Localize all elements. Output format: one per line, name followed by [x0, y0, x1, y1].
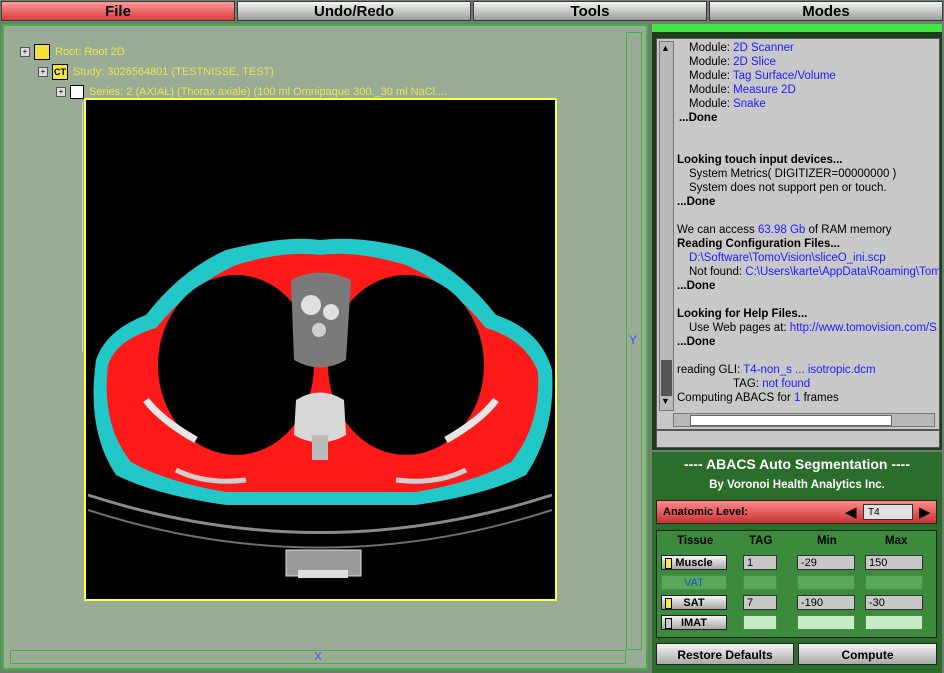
- data-tree: + Root: Root 2D + CT Study: 3026564801 (…: [20, 42, 447, 102]
- imat-min-field[interactable]: [797, 615, 855, 630]
- swatch-icon: [665, 558, 672, 569]
- x-label: X: [314, 651, 322, 663]
- tissue-vat-button[interactable]: VAT: [661, 575, 727, 590]
- expand-icon[interactable]: +: [20, 47, 30, 57]
- imat-max-field[interactable]: [865, 615, 923, 630]
- expand-icon[interactable]: +: [38, 67, 48, 77]
- series-icon: [70, 85, 84, 99]
- scroll-thumb[interactable]: [690, 415, 892, 426]
- expand-icon[interactable]: +: [56, 87, 66, 97]
- y-label: Y: [629, 333, 638, 347]
- menu-bar: File Undo/Redo Tools Modes: [0, 0, 944, 22]
- sat-min-field[interactable]: -190: [797, 595, 855, 610]
- sat-tag-field[interactable]: 7: [743, 595, 777, 610]
- vat-min-field[interactable]: [797, 575, 855, 590]
- tree-study[interactable]: + CT Study: 3026564801 (TESTNISSE, TEST): [20, 62, 447, 82]
- ct-study-icon: CT: [52, 64, 68, 80]
- x-axis-scroll[interactable]: X: [10, 650, 626, 664]
- tree-root-label: Root: Root 2D: [55, 46, 125, 58]
- menu-tools[interactable]: Tools: [473, 1, 707, 21]
- scroll-thumb[interactable]: [661, 360, 672, 396]
- header-tag: TAG: [749, 535, 773, 547]
- swatch-icon: [665, 618, 672, 629]
- tree-connector: [82, 102, 83, 352]
- arrow-up-icon[interactable]: ▲: [661, 43, 670, 53]
- y-axis-scroll[interactable]: Y: [626, 32, 642, 650]
- vat-tag-field[interactable]: [743, 575, 777, 590]
- arrow-right-icon[interactable]: ▶: [919, 503, 931, 521]
- anatomic-level-label: Anatomic Level:: [663, 506, 748, 518]
- console-panel: ▲ ▼ Module: 2D Scanner Module: 2D Slice …: [652, 24, 942, 450]
- arrow-down-icon[interactable]: ▼: [661, 396, 670, 406]
- tree-root[interactable]: + Root: Root 2D: [20, 42, 447, 62]
- tree-study-label: Study: 3026564801 (TESTNISSE, TEST): [73, 66, 274, 78]
- sat-max-field[interactable]: -30: [865, 595, 923, 610]
- console-text: Module: 2D Scanner Module: 2D Slice Modu…: [677, 42, 940, 404]
- menu-undo-redo[interactable]: Undo/Redo: [237, 1, 471, 21]
- tissue-muscle-button[interactable]: Muscle: [661, 555, 727, 570]
- abacs-subtitle: By Voronoi Health Analytics Inc.: [709, 479, 885, 491]
- arrow-left-icon[interactable]: ◀: [845, 503, 857, 521]
- console-vscroll[interactable]: ▲ ▼: [659, 41, 674, 411]
- image-viewer[interactable]: + Root: Root 2D + CT Study: 3026564801 (…: [2, 24, 648, 670]
- header-tissue: Tissue: [677, 535, 714, 547]
- header-min: Min: [817, 535, 837, 547]
- vat-max-field[interactable]: [865, 575, 923, 590]
- console-hscroll[interactable]: [673, 413, 935, 427]
- progress-bar: [652, 24, 942, 32]
- console-log: ▲ ▼ Module: 2D Scanner Module: 2D Slice …: [656, 38, 940, 430]
- tissue-imat-button[interactable]: IMAT: [661, 615, 727, 630]
- folder-icon: [34, 44, 50, 60]
- restore-defaults-button[interactable]: Restore Defaults: [656, 643, 794, 665]
- abacs-title: ---- ABACS Auto Segmentation ----: [683, 456, 911, 472]
- menu-file[interactable]: File: [1, 1, 235, 21]
- anatomic-level-row: Anatomic Level: ◀ T4 ▶: [656, 500, 937, 524]
- muscle-max-field[interactable]: 150: [865, 555, 923, 570]
- compute-button[interactable]: Compute: [798, 643, 937, 665]
- header-max: Max: [885, 535, 908, 547]
- tissue-table: Tissue TAG Min Max Muscle 1 -29 150 VAT …: [656, 530, 937, 638]
- muscle-tag-field[interactable]: 1: [743, 555, 777, 570]
- ct-image[interactable]: [84, 98, 557, 601]
- swatch-icon: [665, 598, 672, 609]
- muscle-min-field[interactable]: -29: [797, 555, 855, 570]
- menu-modes[interactable]: Modes: [709, 1, 943, 21]
- abacs-panel: ---- ABACS Auto Segmentation ---- By Vor…: [652, 452, 942, 673]
- tissue-sat-button[interactable]: SAT: [661, 595, 727, 610]
- command-line[interactable]: [656, 430, 940, 448]
- ct-scan-icon: [86, 100, 555, 599]
- anatomic-level-value[interactable]: T4: [863, 504, 913, 520]
- imat-tag-field[interactable]: [743, 615, 777, 630]
